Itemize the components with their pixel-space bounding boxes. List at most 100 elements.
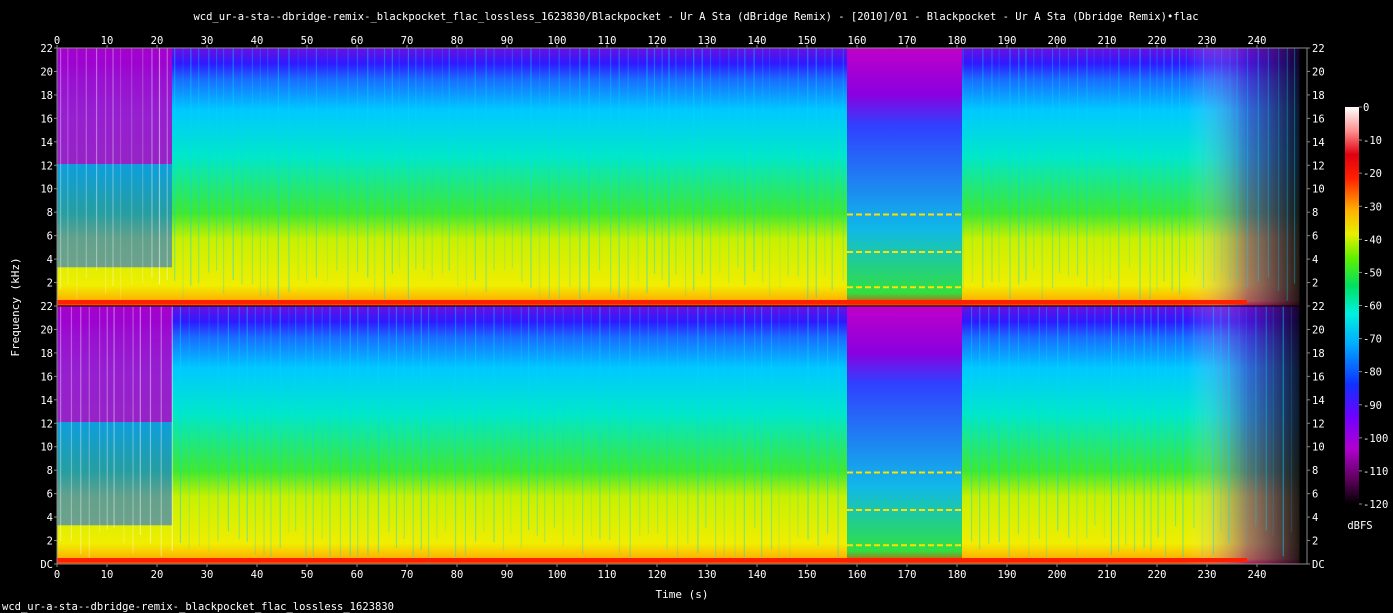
x-tick-label-top: 180 — [948, 35, 967, 47]
x-tick-label-top: 200 — [1048, 35, 1067, 47]
transient-line — [1057, 306, 1059, 531]
transient-line — [142, 48, 144, 284]
transient-line — [684, 48, 687, 296]
transient-line — [582, 306, 584, 554]
y-tick-label-right: 6 — [1312, 489, 1318, 501]
transient-line — [241, 48, 243, 285]
transient-line — [598, 48, 601, 271]
x-tick-label-top: 160 — [848, 35, 867, 47]
y-tick-label-left: 18 — [40, 90, 53, 102]
transient-line — [1109, 48, 1111, 280]
transient-line — [227, 306, 229, 532]
y-tick-label-left: 12 — [40, 418, 53, 430]
transient-line — [1221, 48, 1223, 273]
y-tick-label-left: 12 — [40, 160, 53, 172]
transient-line — [1068, 306, 1070, 538]
transient-line — [179, 306, 182, 543]
transient-line — [151, 48, 153, 279]
transient-line — [329, 306, 331, 562]
y-tick-label-left: 4 — [47, 254, 53, 266]
transient-line — [637, 48, 639, 282]
transient-line — [675, 48, 677, 275]
y-tick-label-right: 20 — [1312, 324, 1325, 336]
transient-line — [412, 306, 414, 561]
y-tick-label-right: 12 — [1312, 160, 1325, 172]
transient-line — [778, 306, 780, 559]
transient-line — [1058, 48, 1061, 274]
transient-line — [693, 48, 695, 291]
transient-line — [112, 48, 114, 287]
transient-line — [647, 306, 649, 534]
transient-line — [1028, 306, 1030, 561]
transient-line — [60, 48, 62, 290]
transient-line — [1149, 48, 1151, 303]
transient-line — [510, 306, 512, 535]
bass-band — [57, 558, 1247, 562]
transient-line — [1257, 48, 1259, 282]
transient-line — [1076, 48, 1079, 276]
x-tick-label-bottom: 90 — [501, 569, 514, 581]
transient-line — [1067, 48, 1070, 277]
transient-line — [1238, 306, 1240, 529]
x-axis-label: Time (s) — [656, 588, 709, 601]
colorbar-tick-label: -30 — [1363, 201, 1382, 213]
transient-line — [797, 306, 799, 538]
spectrum-body — [57, 48, 1307, 306]
y-tick-label-right: 22 — [1312, 301, 1325, 313]
transient-line — [1267, 48, 1269, 278]
transient-line — [1201, 306, 1203, 560]
transient-line — [356, 48, 359, 273]
bass-band — [57, 300, 1247, 304]
transient-line — [728, 48, 730, 283]
transient-line — [160, 306, 162, 557]
x-tick-label-bottom: 30 — [201, 569, 214, 581]
y-tick-label-right: 8 — [1312, 207, 1318, 219]
transient-line — [761, 306, 763, 558]
transient-line — [374, 48, 376, 295]
x-tick-label-top: 170 — [898, 35, 917, 47]
transient-line — [1156, 48, 1158, 292]
transient-line — [639, 306, 641, 536]
transient-line — [70, 306, 73, 541]
transient-line — [441, 48, 444, 274]
transient-line — [166, 48, 168, 281]
colorbar-tick-label: -20 — [1363, 168, 1382, 180]
transient-line — [661, 48, 663, 280]
x-tick-label-top: 140 — [748, 35, 767, 47]
transient-line — [158, 48, 161, 285]
transient-line — [807, 306, 809, 540]
transient-line — [737, 48, 739, 269]
transient-line — [618, 306, 621, 555]
transient-line — [395, 306, 398, 549]
transient-line — [407, 48, 410, 300]
colorbar-label: dBFS — [1347, 520, 1372, 532]
transient-line — [753, 48, 755, 272]
transient-line — [336, 48, 338, 271]
transient-line — [1220, 306, 1222, 532]
y-tick-label-left: 2 — [47, 536, 53, 548]
x-tick-label-top: 40 — [251, 35, 264, 47]
transient-line — [222, 48, 225, 294]
y-tick-label-left: 10 — [40, 184, 53, 196]
y-tick-label-left: 16 — [40, 113, 53, 125]
colorbar-tick-label: -90 — [1363, 400, 1382, 412]
transient-line — [1282, 306, 1284, 557]
transient-line — [259, 48, 262, 297]
transient-line — [475, 306, 477, 542]
y-tick-label-left: 8 — [47, 465, 53, 477]
transient-line — [277, 48, 279, 304]
y-tick-label-right: 12 — [1312, 418, 1325, 430]
transient-line — [1185, 48, 1187, 273]
transient-line — [174, 48, 176, 281]
transient-line — [1174, 306, 1177, 527]
x-tick-label-top: 220 — [1148, 35, 1167, 47]
x-tick-label-bottom: 160 — [848, 569, 867, 581]
transient-line — [539, 48, 541, 303]
transient-line — [106, 306, 108, 530]
transient-line — [99, 306, 101, 533]
transient-line — [1110, 306, 1113, 555]
transient-line — [657, 306, 659, 534]
breakdown-section — [847, 48, 962, 306]
transient-line — [562, 306, 564, 547]
transient-line — [305, 306, 307, 560]
